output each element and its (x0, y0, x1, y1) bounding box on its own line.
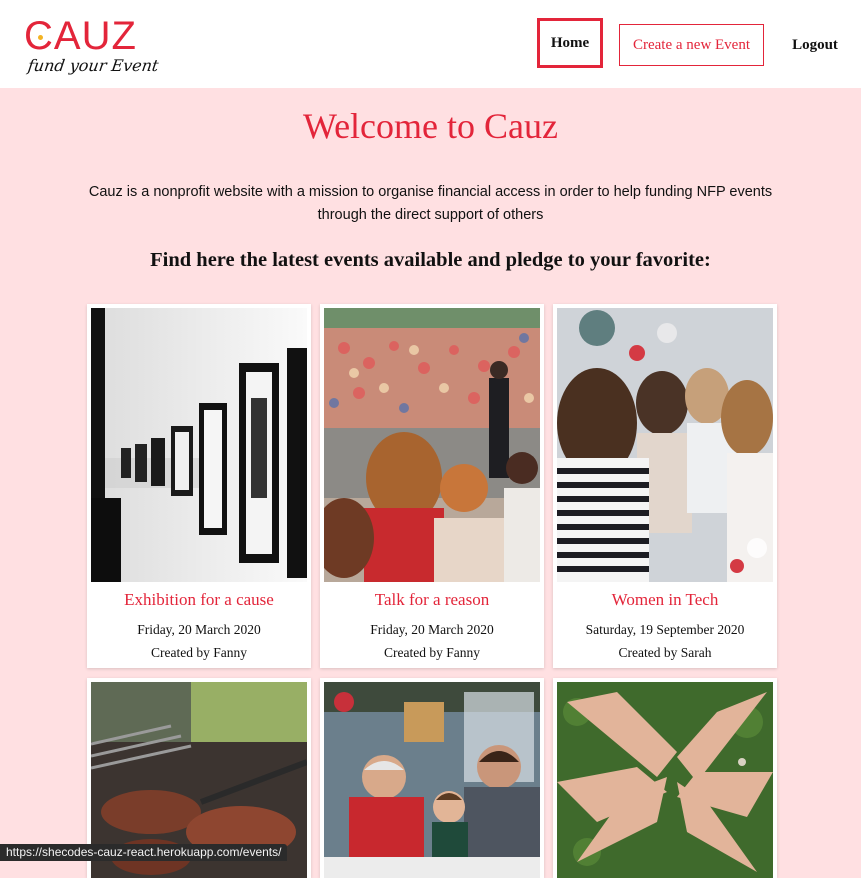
events-subheading: Find here the latest events available an… (150, 249, 711, 271)
event-author: Created by Fanny (151, 645, 247, 660)
event-card[interactable]: Talk for a reason Friday, 20 March 2020 … (320, 304, 544, 668)
site-logo[interactable]: CAUZ fund your Event (24, 14, 160, 80)
nav-create-event-link[interactable]: Create a new Event (619, 24, 764, 66)
event-author: Created by Sarah (618, 645, 712, 660)
event-date: Saturday, 19 September 2020 (585, 622, 745, 637)
event-image-gallery-frames[interactable] (91, 308, 307, 582)
event-image-women-audience[interactable] (557, 308, 773, 582)
page-title: Welcome to Cauz (302, 106, 558, 146)
site-header: CAUZ fund your Event Home Create a new E… (0, 0, 861, 88)
logo-tagline: fund your Event (26, 56, 160, 75)
nav-logout-link[interactable]: Logout (780, 24, 850, 66)
event-date: Friday, 20 March 2020 (137, 622, 261, 637)
event-image-family-dinner[interactable] (324, 682, 540, 878)
event-title[interactable]: Women in Tech (553, 590, 777, 610)
intro-line-1: Cauz is a nonprofit website with a missi… (88, 184, 773, 200)
event-image-crowd-talk[interactable] (324, 308, 540, 582)
event-title[interactable]: Talk for a reason (320, 590, 544, 610)
event-author: Created by Fanny (384, 645, 480, 660)
event-image-joined-hands[interactable] (557, 682, 773, 878)
event-card[interactable]: Women in Tech Saturday, 19 September 202… (553, 304, 777, 668)
intro-line-2: through the direct support of others (317, 207, 544, 223)
nav-home-link[interactable]: Home (537, 18, 603, 68)
logo-accent-dot (38, 35, 43, 40)
browser-status-url: https://shecodes-cauz-react.herokuapp.co… (0, 844, 288, 861)
event-card[interactable] (320, 678, 544, 878)
event-card[interactable] (553, 678, 777, 878)
event-title[interactable]: Exhibition for a cause (87, 590, 311, 610)
event-card[interactable]: Exhibition for a cause Friday, 20 March … (87, 304, 311, 668)
event-date: Friday, 20 March 2020 (370, 622, 494, 637)
intro-text: Cauz is a nonprofit website with a missi… (80, 181, 781, 227)
